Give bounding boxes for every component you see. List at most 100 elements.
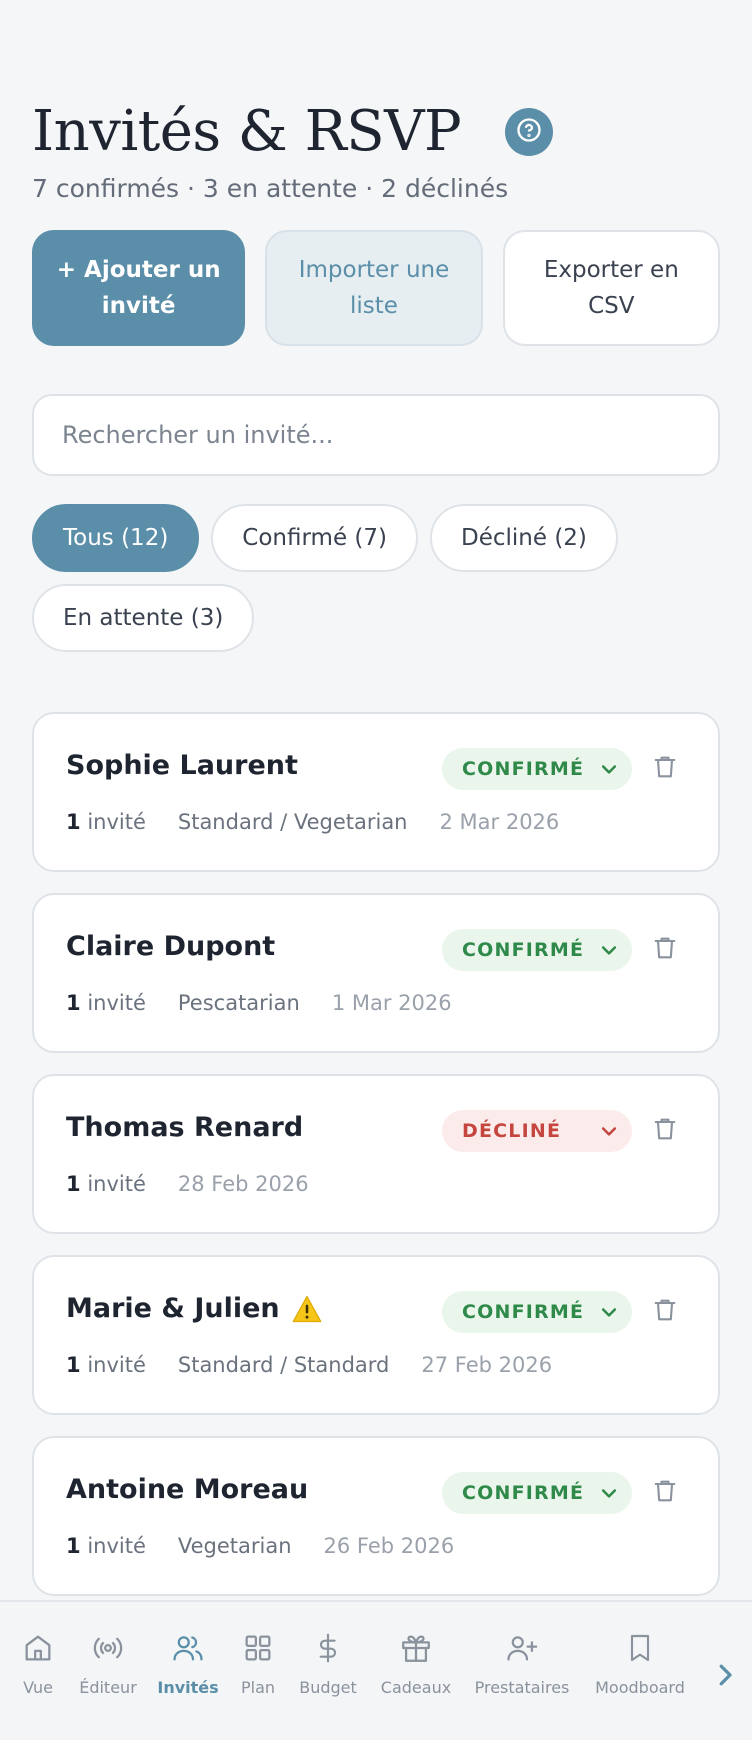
guest-name: Sophie Laurent (66, 750, 298, 781)
guest-card[interactable]: Sophie Laurent CONFIRMÉ 1 invité Standar… (32, 712, 720, 872)
trash-icon (651, 1299, 679, 1329)
nav-label: Plan (240, 1678, 276, 1697)
nav-item-prestataires[interactable]: Prestataires (472, 1628, 572, 1697)
chevron-down-icon (598, 1121, 620, 1146)
status-dropdown[interactable]: DÉCLINÉ (442, 1110, 632, 1152)
delete-button[interactable] (651, 933, 679, 967)
search-input[interactable] (32, 394, 720, 476)
nav-item-editeur[interactable]: Éditeur (78, 1628, 138, 1697)
trash-icon (651, 756, 679, 786)
broadcast-icon (90, 1628, 126, 1668)
chevron-down-icon (598, 1483, 620, 1508)
delete-button[interactable] (651, 1476, 679, 1510)
status-dropdown[interactable]: CONFIRMÉ (442, 1291, 632, 1333)
export-csv-button[interactable]: Exporter en CSV (502, 230, 720, 346)
nav-scroll-right-button[interactable] (714, 1660, 736, 1694)
rsvp-date: 2 Mar 2026 (439, 810, 560, 834)
gift-icon (399, 1628, 433, 1668)
guest-count: 1 invité (66, 1353, 146, 1377)
guest-name: Marie & Julien (66, 1293, 322, 1324)
nav-item-cadeaux[interactable]: Cadeaux (378, 1628, 454, 1697)
nav-label: Cadeaux (380, 1678, 452, 1697)
rsvp-date: 1 Mar 2026 (331, 991, 452, 1015)
delete-button[interactable] (651, 1295, 679, 1329)
nav-label: Éditeur (79, 1678, 137, 1697)
help-button[interactable] (505, 108, 554, 156)
guest-meta: 1 invité Pescatarian 1 Mar 2026 (66, 991, 452, 1015)
add-guest-button[interactable]: + Ajouter un invité (32, 230, 246, 346)
nav-item-vue[interactable]: Vue (20, 1628, 56, 1697)
status-label: DÉCLINÉ (462, 1120, 562, 1142)
guest-card[interactable]: Thomas Renard DÉCLINÉ 1 invité 28 Feb 20… (32, 1074, 720, 1234)
guests-page: Invités & RSVP 7 confirmés · 3 en attent… (0, 0, 752, 1740)
warning-icon (292, 1295, 322, 1323)
guest-count: 1 invité (66, 1172, 146, 1196)
guest-meta: 1 invité Vegetarian 26 Feb 2026 (66, 1534, 454, 1558)
chevron-down-icon (598, 1302, 620, 1327)
delete-button[interactable] (651, 1114, 679, 1148)
chevron-down-icon (598, 759, 620, 784)
status-label: CONFIRMÉ (462, 758, 585, 780)
import-list-button[interactable]: Importer une liste (265, 230, 483, 346)
guest-count: 1 invité (66, 810, 146, 834)
page-title: Invités & RSVP (32, 99, 462, 164)
nav-item-invites[interactable]: Invités (157, 1628, 219, 1697)
nav-label: Budget (299, 1678, 357, 1697)
user-plus-icon (503, 1628, 541, 1668)
guest-card[interactable]: Marie & Julien CONFIRMÉ 1 invité Standar… (32, 1255, 720, 1415)
status-dropdown[interactable]: CONFIRMÉ (442, 929, 632, 971)
nav-label: Moodboard (595, 1678, 685, 1697)
meal-preference: Pescatarian (177, 991, 300, 1015)
guest-meta: 1 invité 28 Feb 2026 (66, 1172, 309, 1196)
chevron-right-icon (714, 1664, 736, 1694)
guest-name: Thomas Renard (66, 1112, 304, 1143)
guest-meta: 1 invité Standard / Vegetarian 2 Mar 202… (66, 810, 559, 834)
filter-chips: Tous (12) Confirmé (7) Décliné (2) En at… (32, 504, 720, 652)
rsvp-date: 27 Feb 2026 (421, 1353, 553, 1377)
meal-preference: Vegetarian (177, 1534, 292, 1558)
chevron-down-icon (598, 940, 620, 965)
status-dropdown[interactable]: CONFIRMÉ (442, 748, 632, 790)
rsvp-date: 28 Feb 2026 (177, 1172, 309, 1196)
grid-icon (241, 1628, 275, 1668)
delete-button[interactable] (651, 752, 679, 786)
guest-name: Antoine Moreau (66, 1474, 309, 1505)
rsvp-date: 26 Feb 2026 (323, 1534, 455, 1558)
home-icon (21, 1628, 55, 1668)
trash-icon (651, 1480, 679, 1510)
meal-preference: Standard / Vegetarian (177, 810, 408, 834)
nav-item-moodboard[interactable]: Moodboard (592, 1628, 688, 1697)
page-header: Invités & RSVP 7 confirmés · 3 en attent… (32, 96, 722, 203)
title-row: Invités & RSVP (32, 96, 722, 168)
trash-icon (651, 1118, 679, 1148)
nav-label: Vue (23, 1678, 53, 1697)
guest-count: 1 invité (66, 1534, 146, 1558)
bottom-nav: Vue Éditeur Invités Plan Budget Cadeaux … (0, 1600, 752, 1740)
filter-declined[interactable]: Décliné (2) (430, 504, 618, 572)
nav-label: Invités (157, 1678, 219, 1697)
guest-list: Sophie Laurent CONFIRMÉ 1 invité Standar… (32, 712, 720, 1617)
rsvp-summary: 7 confirmés · 3 en attente · 2 déclinés (32, 174, 509, 203)
guest-count: 1 invité (66, 991, 146, 1015)
action-buttons: + Ajouter un invité Importer une liste E… (32, 230, 720, 346)
filter-confirmed[interactable]: Confirmé (7) (211, 504, 418, 572)
meal-preference: Standard / Standard (177, 1353, 390, 1377)
guest-card[interactable]: Antoine Moreau CONFIRMÉ 1 invité Vegetar… (32, 1436, 720, 1596)
guest-card[interactable]: Claire Dupont CONFIRMÉ 1 invité Pescatar… (32, 893, 720, 1053)
trash-icon (651, 937, 679, 967)
help-icon (515, 116, 543, 148)
users-icon (170, 1628, 206, 1668)
dollar-icon (312, 1628, 344, 1668)
filter-all[interactable]: Tous (12) (32, 504, 200, 572)
nav-label: Prestataires (474, 1678, 570, 1697)
nav-item-plan[interactable]: Plan (238, 1628, 278, 1697)
status-label: CONFIRMÉ (462, 1301, 585, 1323)
filter-pending[interactable]: En attente (3) (32, 584, 255, 652)
guest-meta: 1 invité Standard / Standard 27 Feb 2026 (66, 1353, 552, 1377)
guest-name: Claire Dupont (66, 931, 276, 962)
status-label: CONFIRMÉ (462, 1482, 585, 1504)
status-dropdown[interactable]: CONFIRMÉ (442, 1472, 632, 1514)
nav-item-budget[interactable]: Budget (298, 1628, 358, 1697)
bookmark-icon (624, 1628, 656, 1668)
status-label: CONFIRMÉ (462, 939, 585, 961)
